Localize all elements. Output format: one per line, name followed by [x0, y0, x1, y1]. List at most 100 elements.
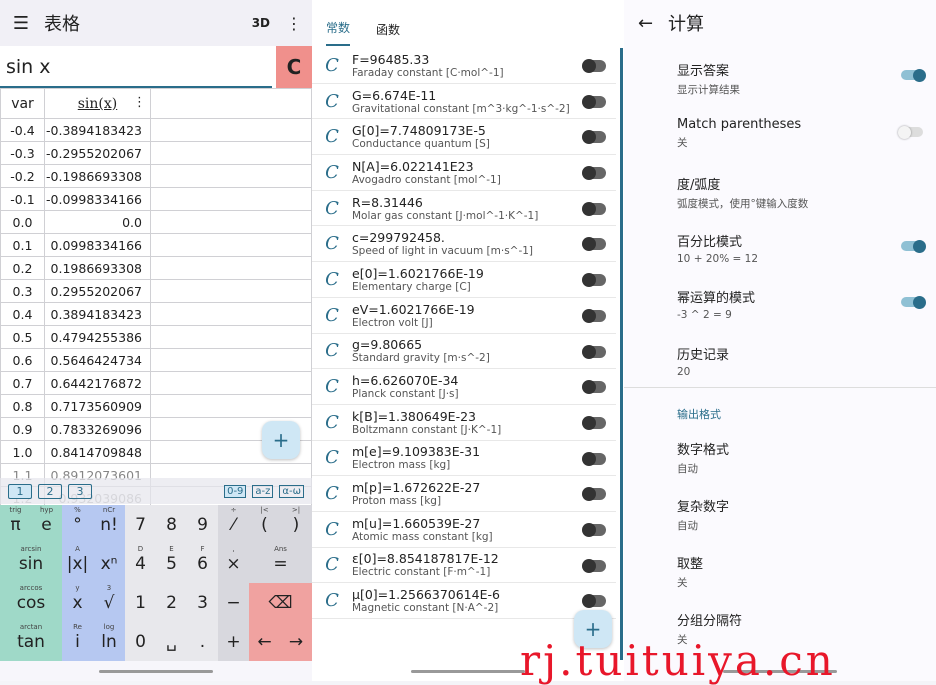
setting-item[interactable]: 复杂数字 自动 — [677, 496, 729, 533]
constant-toggle[interactable] — [582, 558, 606, 573]
constant-row[interactable]: C G=6.674E-11 Gravitational constant [m^3·… — [312, 84, 616, 120]
constant-row[interactable]: CeV=1.6021766E-19 Electron volt [J] — [312, 298, 616, 334]
key-tan[interactable]: arctan tan — [0, 622, 62, 661]
scrollbar[interactable] — [620, 48, 623, 660]
setting-item[interactable]: 历史记录 20 — [677, 344, 729, 378]
constant-row[interactable]: Cm[p]=1.672622E-27 Proton mass [kg] — [312, 476, 616, 512]
setting-item[interactable]: 取整关 — [677, 553, 703, 590]
constant-toggle[interactable] — [582, 59, 606, 73]
key-3[interactable]: 3 — [187, 583, 218, 622]
key-degree[interactable]: % ° — [62, 505, 93, 544]
constant-toggle[interactable] — [582, 308, 606, 323]
var-cell[interactable]: 0.0 — [0, 210, 45, 234]
key-left-arrow[interactable]: ← — [249, 622, 280, 661]
var-cell[interactable]: 0.1 — [0, 233, 45, 257]
key-factorial[interactable]: nCr n! — [93, 505, 125, 544]
key-minus[interactable]: − — [218, 583, 249, 622]
key-equals[interactable]: Ans = — [249, 544, 312, 583]
constant-row[interactable]: C G[0]=7.74809173E-5 Conductance quantum [… — [312, 119, 616, 156]
constant-toggle[interactable] — [582, 594, 606, 609]
menu-icon[interactable]: ☰ — [10, 13, 32, 34]
constant-row[interactable]: C R=8.31446 Molar gas constant [J·mol^-1·K… — [312, 191, 616, 227]
var-cell[interactable]: 0.2 — [0, 256, 45, 280]
key-sqrt[interactable]: 3 √ — [93, 583, 125, 622]
fx-cell[interactable]: 0.3894183423 — [44, 302, 151, 326]
var-cell[interactable]: 0.6 — [0, 348, 45, 372]
key-0[interactable]: 0 — [125, 622, 156, 661]
fx-cell[interactable]: 0.1986693308 — [44, 256, 151, 280]
kb-tab-1[interactable]: 1 — [8, 483, 32, 499]
constant-toggle[interactable] — [582, 380, 606, 395]
key-ln[interactable]: log ln — [93, 622, 125, 661]
fx-cell[interactable]: 0.7833269096 — [44, 417, 151, 441]
constant-toggle[interactable] — [582, 415, 606, 430]
setting-item[interactable]: 度/弧度 弧度模式，使用°键输入度数 — [677, 174, 808, 211]
constant-toggle[interactable] — [582, 201, 606, 216]
constant-row[interactable]: Ch=6.626070E-34 Planck constant [J·s] — [312, 369, 616, 405]
key-cos[interactable]: arccos cos — [0, 583, 62, 622]
tab-constants[interactable]: 常数 — [326, 19, 351, 46]
fx-cell[interactable]: 0.7173560909 — [44, 394, 151, 418]
kb-mode-latin[interactable]: a-z — [252, 484, 274, 498]
constant-toggle[interactable] — [582, 273, 606, 288]
setting-switch[interactable] — [901, 295, 926, 309]
key-space[interactable]: ␣ — [156, 622, 187, 661]
constant-row[interactable]: Ce[0]=1.6021766E-19 Elementary charge [C] — [312, 262, 616, 298]
fx-cell[interactable]: -0.1986693308 — [44, 164, 151, 188]
key-abs[interactable]: A |x| — [62, 544, 93, 583]
key-power[interactable]: xⁿ — [93, 544, 125, 583]
constant-row[interactable]: C N[A]=6.022141E23 Avogadro constant [mol^… — [312, 155, 616, 191]
key-2[interactable]: 2 — [156, 583, 187, 622]
var-cell[interactable]: 0.5 — [0, 325, 45, 349]
setting-switch[interactable] — [898, 125, 923, 139]
key-divide[interactable]: ÷ ⁄ — [218, 505, 249, 544]
fx-cell[interactable]: 0.5646424734 — [44, 348, 151, 372]
fx-cell[interactable]: 0.4794255386 — [44, 325, 151, 349]
fx-cell[interactable]: -0.0998334166 — [44, 187, 151, 211]
constant-row[interactable]: Cg=9.80665 Standard gravity [m·s^-2] — [312, 334, 616, 370]
constant-row[interactable]: Cm[u]=1.660539E-27 Atomic mass constant [… — [312, 512, 616, 548]
var-cell[interactable]: 0.8 — [0, 394, 45, 418]
constant-row[interactable]: C F=96485.33 Faraday constant [C·mol^-1] — [312, 48, 616, 84]
var-cell[interactable]: 0.3 — [0, 279, 45, 303]
fx-cell[interactable]: 0.6442176872 — [44, 371, 151, 395]
tab-functions[interactable]: 函数 — [376, 21, 400, 46]
key-multiply[interactable]: , × — [218, 544, 249, 583]
setting-item[interactable]: 百分比模式 10 + 20% = 12 — [677, 231, 758, 265]
kb-tab-2[interactable]: 2 — [38, 483, 62, 499]
constant-toggle[interactable] — [582, 487, 606, 502]
add-column-button[interactable]: + — [262, 421, 300, 459]
constant-toggle[interactable] — [582, 522, 606, 537]
kb-tab-3[interactable]: 3 — [68, 483, 92, 499]
constant-row[interactable]: Cm[e]=9.109383E-31 Electron mass [kg] — [312, 441, 616, 477]
constant-toggle[interactable] — [582, 237, 606, 252]
constant-row[interactable]: Cμ[0]=1.2566370614E-6 Magnetic constant [… — [312, 583, 616, 619]
key-7[interactable]: 7 — [125, 505, 156, 544]
var-cell[interactable]: 0.4 — [0, 302, 45, 326]
var-cell[interactable]: -0.4 — [0, 118, 45, 142]
key-9[interactable]: 9 — [187, 505, 218, 544]
key-dot[interactable]: . — [187, 622, 218, 661]
more-vert-icon[interactable]: ⋮ — [286, 14, 302, 33]
setting-item[interactable]: Match parentheses 关 — [677, 117, 801, 150]
expression-input[interactable]: sin x — [0, 46, 272, 88]
key-x[interactable]: yx — [62, 583, 93, 622]
var-cell[interactable]: -0.2 — [0, 164, 45, 188]
column-more-icon[interactable]: ⋮ — [133, 95, 146, 110]
key-8[interactable]: 8 — [156, 505, 187, 544]
key-right-paren[interactable]: >|) — [280, 505, 312, 544]
key-right-arrow[interactable]: → — [280, 622, 312, 661]
constant-row[interactable]: Ck[B]=1.380649E-23 Boltzmann constant [J·… — [312, 405, 616, 441]
var-cell[interactable]: 1.0 — [0, 440, 45, 464]
kb-mode-numeric[interactable]: 0-9 — [224, 484, 247, 498]
constant-row[interactable]: Cc=299792458. Speed of light in vacuum [m… — [312, 226, 616, 263]
var-cell[interactable]: -0.3 — [0, 141, 45, 165]
fx-cell[interactable]: -0.3894183423 — [44, 118, 151, 142]
key-4[interactable]: D4 — [125, 544, 156, 583]
setting-item[interactable]: 显示答案 显示计算结果 — [677, 60, 740, 97]
setting-switch[interactable] — [901, 68, 926, 82]
fx-cell[interactable]: 0.0998334166 — [44, 233, 151, 257]
column-header-var[interactable]: var — [0, 88, 45, 119]
fx-cell[interactable]: -0.2955202067 — [44, 141, 151, 165]
key-backspace[interactable]: ⌫ — [249, 583, 312, 622]
